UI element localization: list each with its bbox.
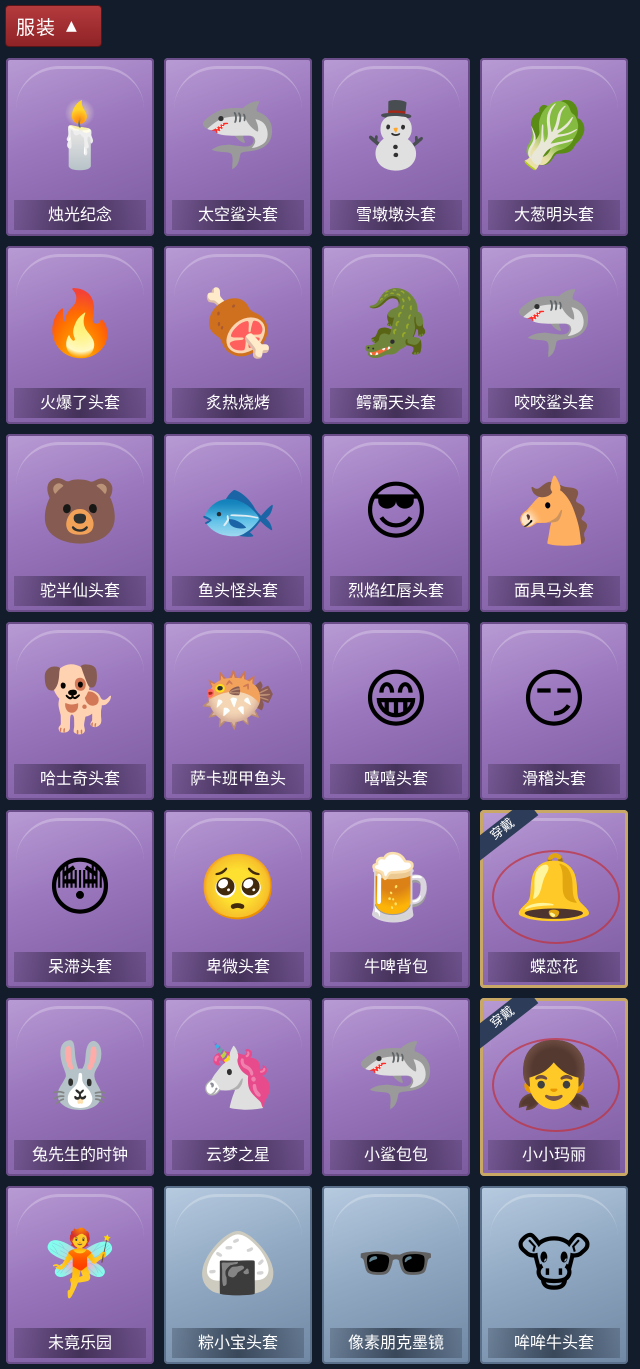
outfit-item-card[interactable]: 🍖 炙热烧烤 (164, 246, 312, 424)
outfit-item-icon: 🍺 (356, 851, 436, 925)
outfit-item-card[interactable]: 👧 小小玛丽 穿戴 (480, 998, 628, 1176)
outfit-item-icon: 🦈 (356, 1039, 436, 1113)
outfit-item-label: 哞哞牛头套 (488, 1328, 620, 1358)
outfit-item-icon: 🐊 (356, 287, 436, 361)
outfit-item-icon: 🧚 (40, 1227, 120, 1301)
outfit-item-label: 萨卡班甲鱼头 (172, 764, 304, 794)
outfit-item-card[interactable]: 🐴 面具马头套 (480, 434, 628, 612)
outfit-item-label: 呆滞头套 (14, 952, 146, 982)
outfit-item-card[interactable]: 😳 呆滞头套 (6, 810, 154, 988)
outfit-item-card[interactable]: 🦈 小鲨包包 (322, 998, 470, 1176)
outfit-item-card[interactable]: 🦈 咬咬鲨头套 (480, 246, 628, 424)
outfit-item-label: 小鲨包包 (330, 1140, 462, 1170)
outfit-item-label: 兔先生的时钟 (14, 1140, 146, 1170)
outfit-item-icon: 🐕 (40, 663, 120, 737)
outfit-item-label: 小小玛丽 (488, 1140, 620, 1170)
outfit-item-card[interactable]: 🍺 牛啤背包 (322, 810, 470, 988)
outfit-item-label: 鳄霸天头套 (330, 388, 462, 418)
outfit-item-label: 卑微头套 (172, 952, 304, 982)
outfit-item-icon: 🐟 (198, 475, 278, 549)
outfit-item-icon: ⛄ (356, 99, 436, 173)
outfit-item-card[interactable]: 🦈 太空鲨头套 (164, 58, 312, 236)
outfit-item-label: 驼半仙头套 (14, 576, 146, 606)
outfit-item-icon: 🦈 (198, 99, 278, 173)
outfit-item-icon: 🥬 (514, 99, 594, 173)
outfit-item-icon: 🐴 (514, 475, 594, 549)
outfit-item-card[interactable]: 🍙 粽小宝头套 (164, 1186, 312, 1364)
outfit-item-label: 炙热烧烤 (172, 388, 304, 418)
outfit-item-card[interactable]: 🐕 哈士奇头套 (6, 622, 154, 800)
outfit-item-icon: 🔥 (40, 287, 120, 361)
outfit-item-label: 面具马头套 (488, 576, 620, 606)
outfit-item-icon: 🥺 (198, 851, 278, 925)
outfit-item-card[interactable]: 🐊 鳄霸天头套 (322, 246, 470, 424)
outfit-item-icon: 👧 (514, 1039, 594, 1113)
outfit-item-icon: 🔔 (514, 851, 594, 925)
outfit-item-card[interactable]: 😎 烈焰红唇头套 (322, 434, 470, 612)
outfit-item-card[interactable]: ⛄ 雪墩墩头套 (322, 58, 470, 236)
outfit-item-card[interactable]: 🧚 未竟乐园 (6, 1186, 154, 1364)
outfit-item-label: 烛光纪念 (14, 200, 146, 230)
outfit-item-icon: 🍙 (198, 1227, 278, 1301)
outfit-item-card[interactable]: 🐰 兔先生的时钟 (6, 998, 154, 1176)
outfit-item-label: 太空鲨头套 (172, 200, 304, 230)
outfit-item-icon: 😏 (520, 663, 588, 737)
outfit-item-card[interactable]: 😏 滑稽头套 (480, 622, 628, 800)
outfit-item-label: 蝶恋花 (488, 952, 620, 982)
outfit-item-card[interactable]: 🐻 驼半仙头套 (6, 434, 154, 612)
outfit-item-label: 咬咬鲨头套 (488, 388, 620, 418)
outfit-item-label: 雪墩墩头套 (330, 200, 462, 230)
outfit-item-label: 火爆了头套 (14, 388, 146, 418)
outfit-item-icon: 😁 (362, 663, 430, 737)
outfit-item-label: 烈焰红唇头套 (330, 576, 462, 606)
outfit-item-icon: 😳 (46, 851, 114, 925)
outfit-item-card[interactable]: 🐡 萨卡班甲鱼头 (164, 622, 312, 800)
outfit-item-label: 嘻嘻头套 (330, 764, 462, 794)
outfit-item-label: 鱼头怪头套 (172, 576, 304, 606)
outfit-item-icon: 🍖 (198, 287, 278, 361)
outfit-item-card[interactable]: 🐟 鱼头怪头套 (164, 434, 312, 612)
outfit-item-icon: 🐮 (516, 1227, 592, 1301)
outfit-item-card[interactable]: 🦄 云梦之星 (164, 998, 312, 1176)
outfit-item-card[interactable]: 🕶️ 像素朋克墨镜 (322, 1186, 470, 1364)
outfit-item-label: 粽小宝头套 (172, 1328, 304, 1358)
outfit-item-icon: 🐡 (198, 663, 278, 737)
outfit-item-card[interactable]: 🔔 蝶恋花 穿戴 (480, 810, 628, 988)
outfit-item-icon: 🐻 (40, 475, 120, 549)
outfit-item-icon: 🕶️ (356, 1227, 436, 1301)
outfit-item-card[interactable]: 🐮 哞哞牛头套 (480, 1186, 628, 1364)
outfit-item-label: 云梦之星 (172, 1140, 304, 1170)
outfit-item-icon: 🕯️ (40, 99, 120, 173)
outfit-item-card[interactable]: 🥺 卑微头套 (164, 810, 312, 988)
item-grid: 🕯️ 烛光纪念 🦈 太空鲨头套 ⛄ 雪墩墩头套 🥬 大葱明头套 🔥 火爆了头套 🍖 炙热烧烤 🐊 鳄霸天头… (0, 0, 640, 1369)
outfit-item-label: 哈士奇头套 (14, 764, 146, 794)
outfit-item-card[interactable]: 😁 嘻嘻头套 (322, 622, 470, 800)
outfit-item-icon: 🐰 (40, 1039, 120, 1113)
outfit-item-label: 大葱明头套 (488, 200, 620, 230)
outfit-item-icon: 🦈 (514, 287, 594, 361)
outfit-item-label: 未竟乐园 (14, 1328, 146, 1358)
outfit-item-label: 牛啤背包 (330, 952, 462, 982)
outfit-item-card[interactable]: 🔥 火爆了头套 (6, 246, 154, 424)
outfit-item-label: 滑稽头套 (488, 764, 620, 794)
outfit-item-icon: 🦄 (198, 1039, 278, 1113)
outfit-item-card[interactable]: 🕯️ 烛光纪念 (6, 58, 154, 236)
outfit-item-icon: 😎 (362, 475, 430, 549)
outfit-item-label: 像素朋克墨镜 (330, 1328, 462, 1358)
outfit-item-card[interactable]: 🥬 大葱明头套 (480, 58, 628, 236)
